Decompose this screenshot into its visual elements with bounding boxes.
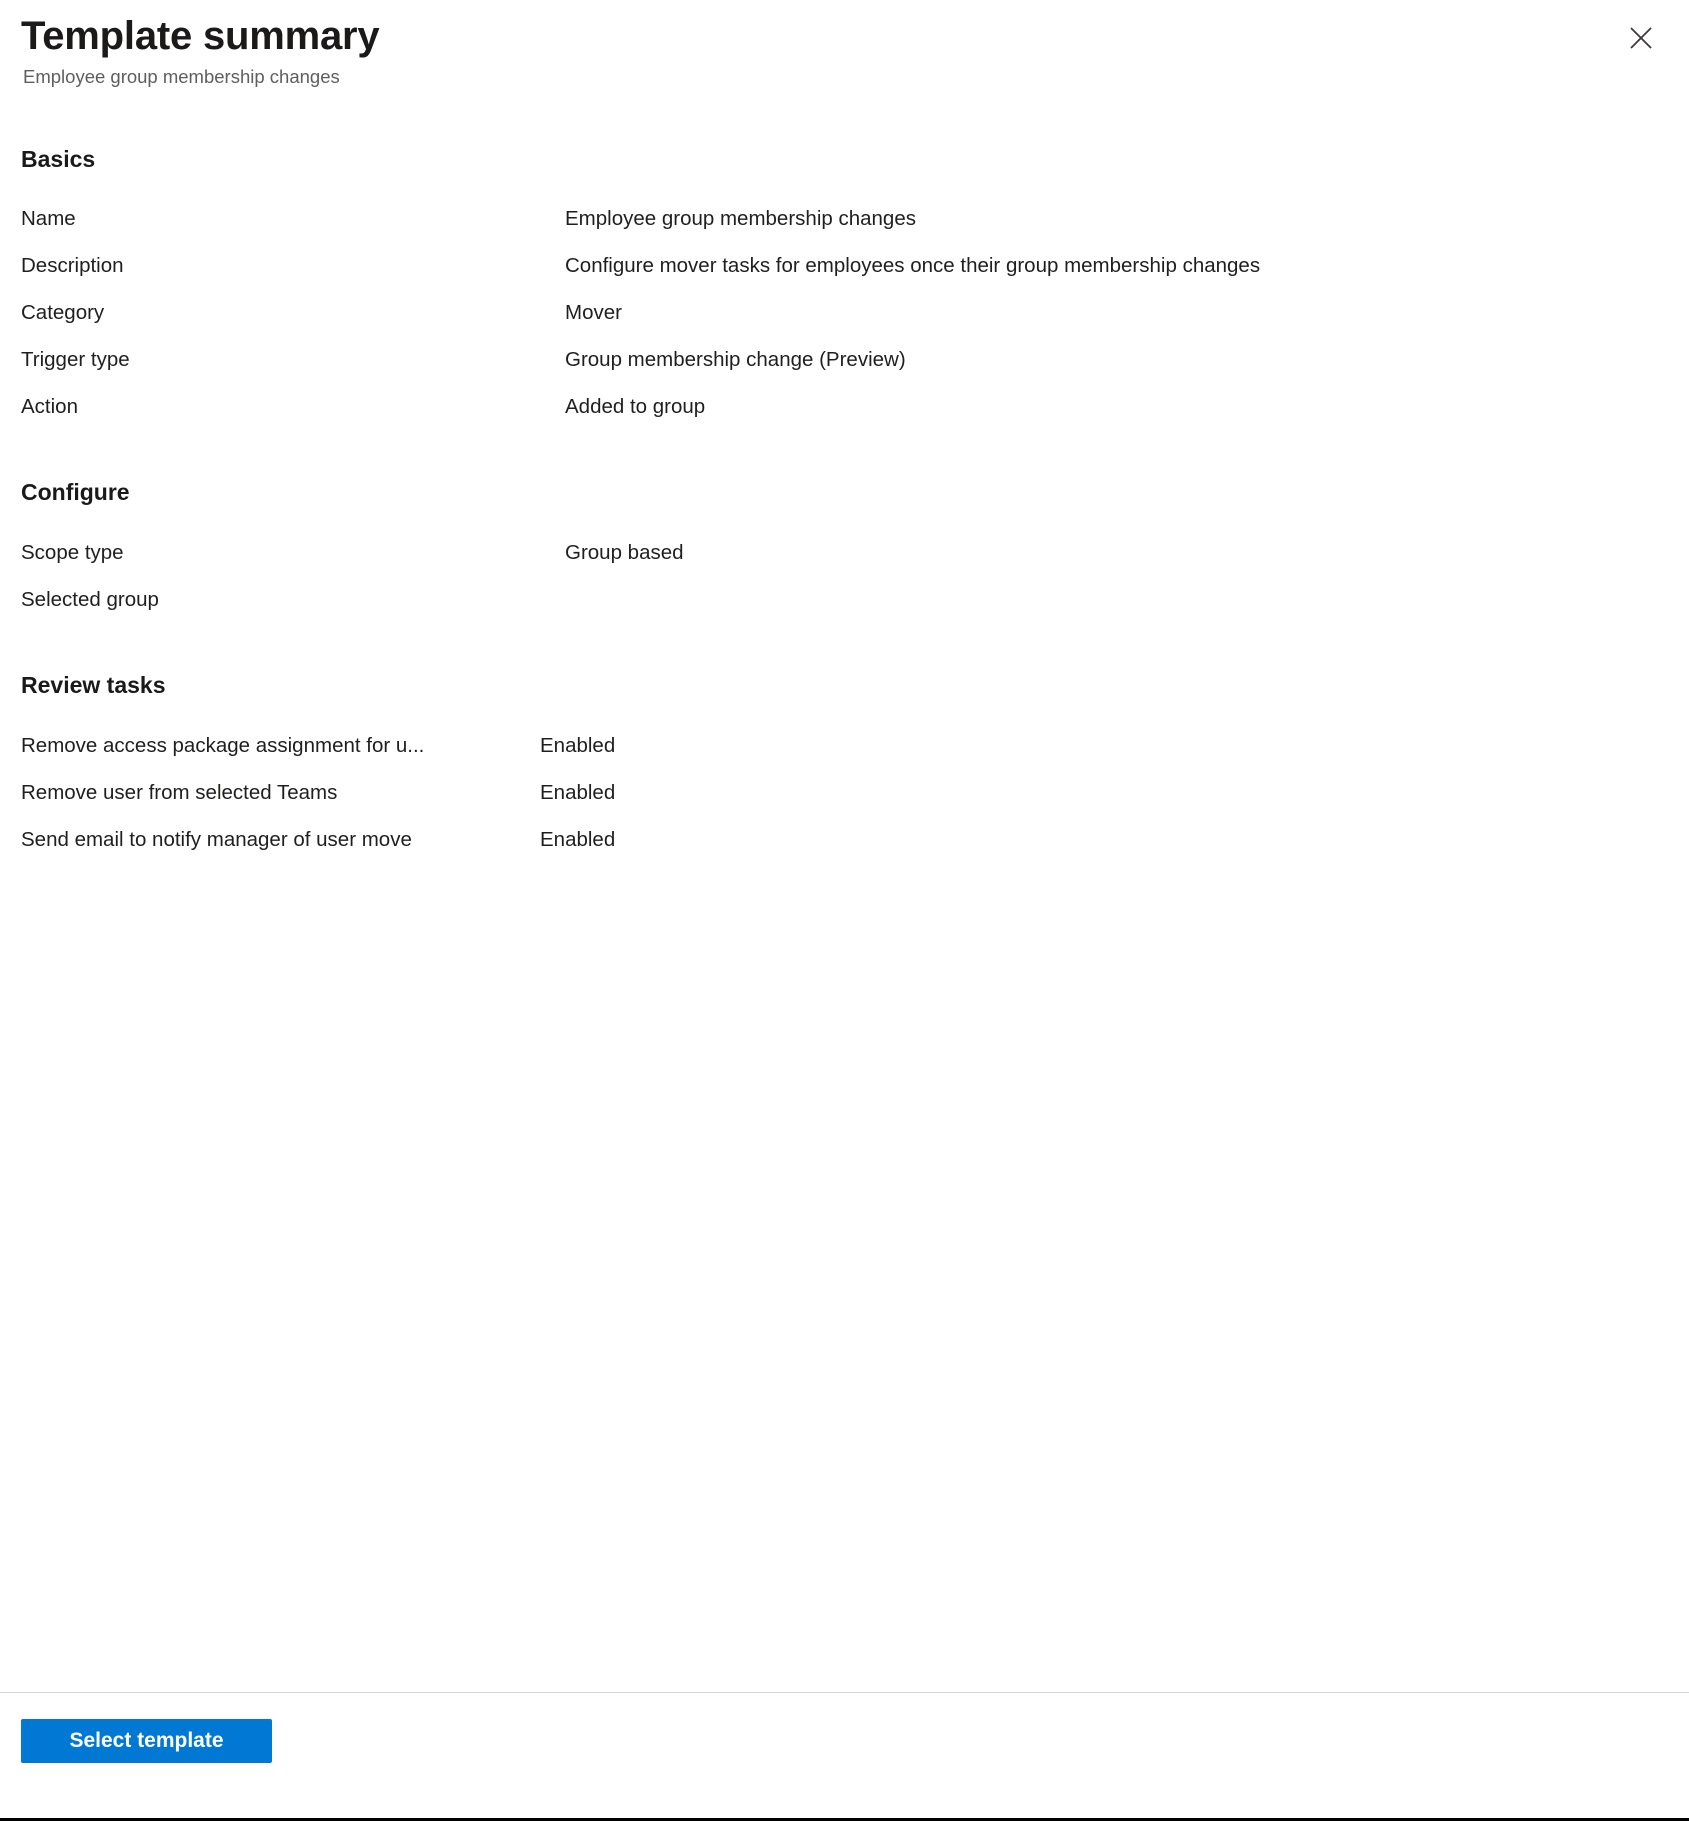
summary-row: Send email to notify manager of user mov…: [21, 816, 1665, 863]
summary-row: Category Mover: [21, 289, 1665, 336]
section-title-basics: Basics: [21, 145, 96, 172]
page-subtitle: Employee group membership changes: [23, 65, 340, 87]
basics-rows: Name Employee group membership changes D…: [21, 195, 1665, 430]
summary-row: Remove user from selected Teams Enabled: [21, 769, 1665, 816]
section-configure: Configure Scope type Group based Selecte…: [21, 430, 1665, 623]
row-value: Enabled: [540, 827, 616, 851]
row-value: Configure mover tasks for employees once…: [565, 254, 1261, 278]
summary-row: Remove access package assignment for u..…: [21, 722, 1665, 769]
row-label: Selected group: [21, 588, 159, 612]
row-value: Employee group membership changes: [565, 207, 916, 231]
summary-row: Selected group: [21, 576, 1665, 623]
summary-row: Trigger type Group membership change (Pr…: [21, 336, 1665, 383]
section-basics: Basics Name Employee group membership ch…: [21, 89, 1665, 431]
section-title-configure: Configure: [21, 479, 130, 506]
row-label: Category: [21, 301, 105, 325]
configure-rows: Scope type Group based Selected group: [21, 529, 1665, 623]
section-title-review-tasks: Review tasks: [21, 672, 166, 699]
row-label: Action: [21, 395, 78, 419]
row-value: Mover: [565, 301, 622, 325]
close-icon: [1628, 25, 1654, 51]
summary-row: Name Employee group membership changes: [21, 195, 1665, 242]
template-summary-panel: Template summary Employee group membersh…: [0, 0, 1689, 1818]
close-button[interactable]: [1617, 14, 1665, 62]
panel-header: Template summary Employee group membersh…: [0, 0, 1689, 89]
row-label: Name: [21, 207, 76, 231]
select-template-button[interactable]: Select template: [21, 1719, 272, 1763]
summary-row: Action Added to group: [21, 383, 1665, 430]
row-label: Scope type: [21, 541, 124, 565]
row-value: Enabled: [540, 733, 616, 757]
row-value: Enabled: [540, 780, 616, 804]
panel-footer: Select template: [0, 1692, 1689, 1818]
row-label: Description: [21, 254, 124, 278]
row-label: Trigger type: [21, 348, 130, 372]
row-value: Group based: [565, 541, 684, 565]
row-label: Remove access package assignment for u..…: [21, 733, 425, 757]
summary-row: Description Configure mover tasks for em…: [21, 242, 1665, 289]
row-value: Added to group: [565, 395, 706, 419]
page-title: Template summary: [21, 14, 380, 58]
summary-row: Scope type Group based: [21, 529, 1665, 576]
row-label: Remove user from selected Teams: [21, 780, 338, 804]
summary-content: Basics Name Employee group membership ch…: [0, 89, 1689, 1692]
review-tasks-rows: Remove access package assignment for u..…: [21, 722, 1665, 863]
row-label: Send email to notify manager of user mov…: [21, 827, 412, 851]
row-value: Group membership change (Preview): [565, 348, 906, 372]
section-review-tasks: Review tasks Remove access package assig…: [21, 623, 1665, 863]
